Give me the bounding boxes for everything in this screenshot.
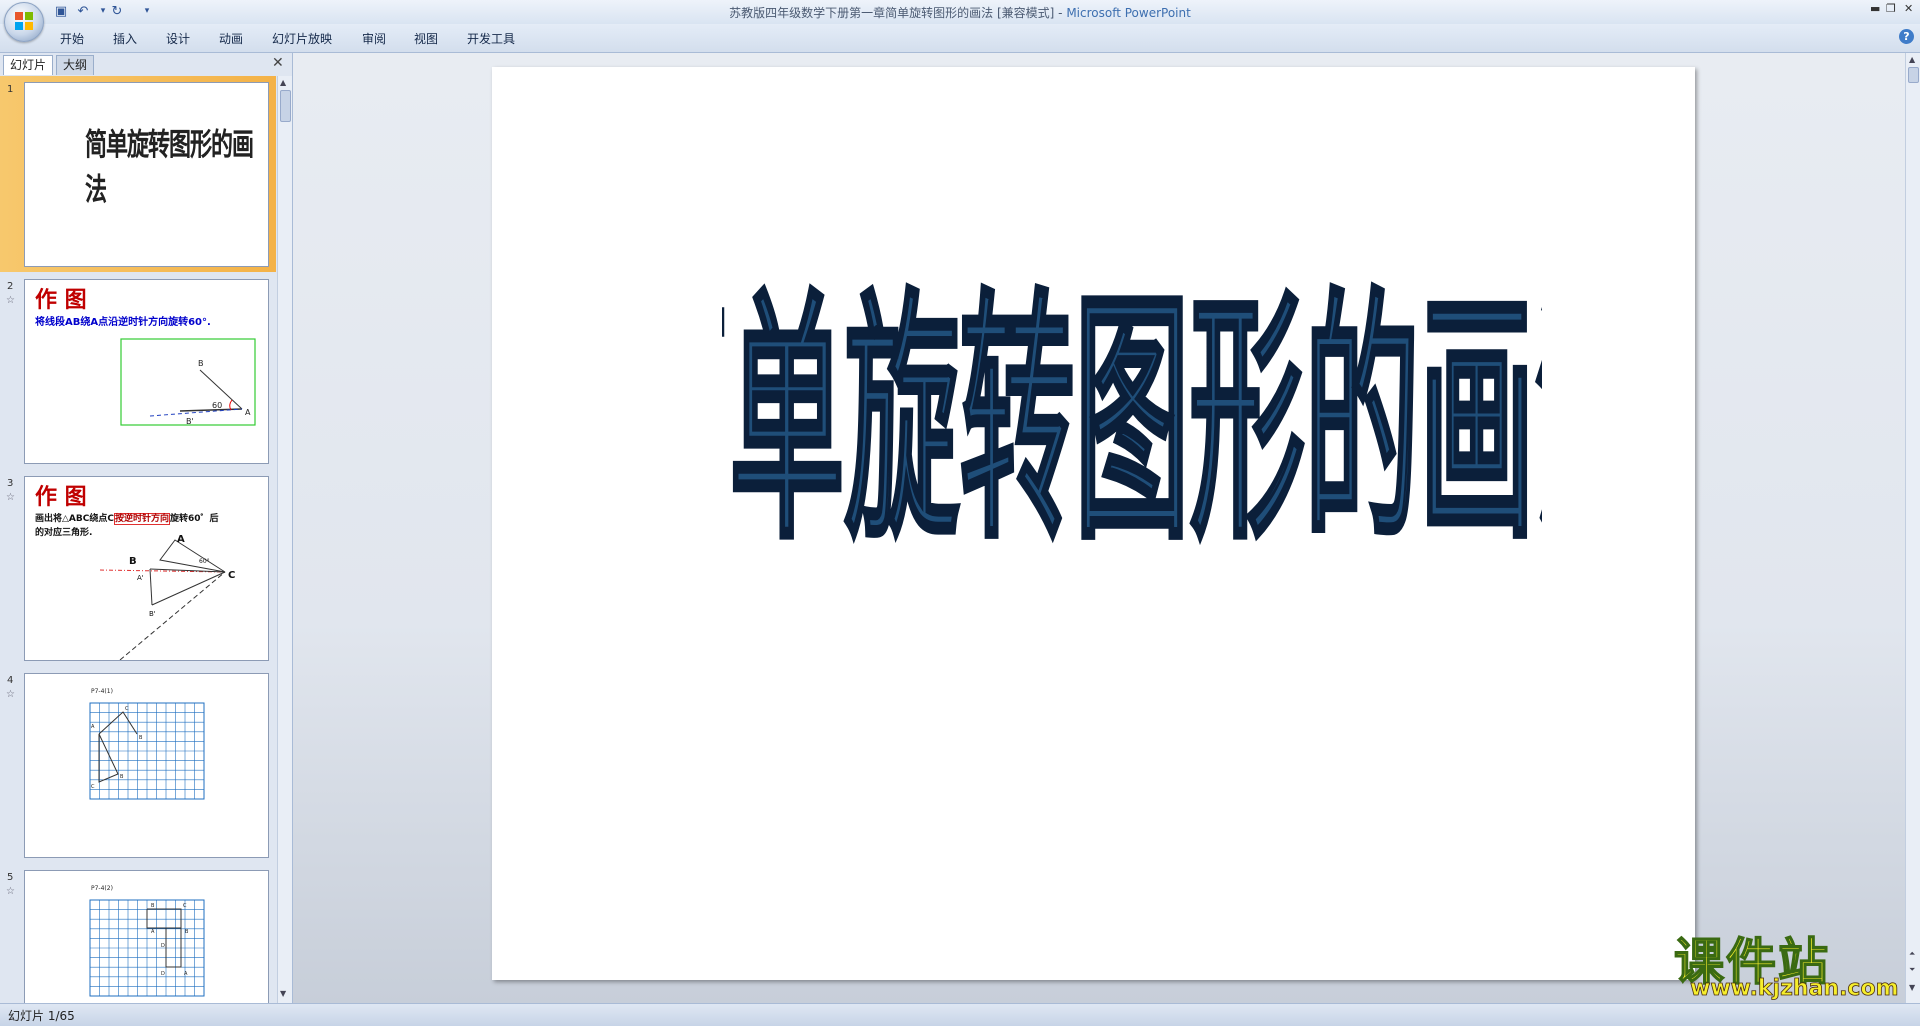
thumbnail-slide-1[interactable]: 简单旋转图形的画法 xyxy=(24,82,269,267)
tab-insert[interactable]: 插入 xyxy=(113,30,137,47)
thumbnail-caption: P7-4(1) xyxy=(91,688,113,695)
tab-slides[interactable]: 幻灯片 xyxy=(3,55,54,75)
app-name: Microsoft PowerPoint xyxy=(1066,6,1191,20)
watermark-logo: 课件站 www.kjzhan.com xyxy=(1668,922,1908,1004)
thumbnail-title: 作 图 xyxy=(35,484,87,510)
scroll-down-icon[interactable]: ▼ xyxy=(1909,983,1915,992)
thumbnail-label: C xyxy=(228,570,235,581)
tab-review[interactable]: 审阅 xyxy=(362,30,386,47)
thumbnail-figure: B 60 A B' xyxy=(120,338,256,426)
thumbnail-slide-5[interactable]: P7-4(2) B C A B D D A xyxy=(24,870,269,1003)
thumbnail-slide-3[interactable]: 作 图 画出将△ABC绕点C按逆时针方向旋转60゜后 的对应三角形. A B C… xyxy=(24,476,269,661)
scrollbar-thumb[interactable] xyxy=(1908,67,1919,83)
animation-star-icon: ☆ xyxy=(6,295,15,306)
thumbnail-label: C xyxy=(91,784,95,790)
thumbnail-label: D xyxy=(161,971,165,977)
thumbnail-label: A' xyxy=(137,574,144,582)
watermark-url: www.kjzhan.com xyxy=(1690,976,1899,1002)
scrollbar-thumb[interactable] xyxy=(280,90,291,122)
thumbnail-text-line-2: 的对应三角形. xyxy=(35,528,93,538)
thumbnail-caption: P7-4(2) xyxy=(91,885,113,892)
tab-slideshow[interactable]: 幻灯片放映 xyxy=(272,30,332,47)
animation-star-icon: ☆ xyxy=(6,689,15,700)
thumbnail-list: 1 简单旋转图形的画法 2 ☆ 作 图 将线段AB绕A点沿逆时针方向旋转60°.… xyxy=(0,76,276,1003)
slide-indicator: 幻灯片 1/65 xyxy=(8,1009,75,1023)
thumbnail-text: 将线段AB绕A点沿逆时针方向旋转60°. xyxy=(35,317,211,328)
restore-icon[interactable]: ❐ xyxy=(1886,2,1896,15)
thumbnail-label: 60 xyxy=(212,401,222,410)
thumbnail-title: 简单旋转图形的画法 xyxy=(85,128,254,209)
thumbnail-scrollbar[interactable]: ▲ ▼ xyxy=(277,76,292,1003)
thumbnail-text: 旋转60゜后 xyxy=(169,514,219,524)
thumbnail-text-line-1: 画出将△ABC绕点C按逆时针方向旋转60゜后 xyxy=(35,511,219,525)
next-slide-icon[interactable]: ⏷ xyxy=(1909,965,1915,975)
thumbnail-number: 4 xyxy=(7,675,14,686)
thumbnail-text-boxed: 按逆时针方向 xyxy=(113,513,170,525)
title-bar: ▣ ↶ ▾ ↻ ▾ 苏教版四年级数学下册第一章简单旋转图形的画法 [兼容模式] … xyxy=(0,0,1920,24)
help-icon[interactable]: ? xyxy=(1899,29,1914,44)
thumbnail-number: 1 xyxy=(7,84,14,95)
thumbnail-number: 5 xyxy=(7,872,14,883)
thumbnail-row-2[interactable]: 2 ☆ 作 图 将线段AB绕A点沿逆时针方向旋转60°. B 60 A B' xyxy=(0,273,276,469)
thumbnail-row-5[interactable]: 5 ☆ P7-4(2) B C A B D D A xyxy=(0,864,276,1003)
tab-home[interactable]: 开始 xyxy=(60,30,84,47)
thumbnail-figure: A B C 60° A' B' xyxy=(99,534,235,660)
thumbnail-title: 作 图 xyxy=(35,287,87,313)
office-logo-icon xyxy=(15,12,33,30)
thumbnail-label: B xyxy=(185,929,189,935)
tab-design[interactable]: 设计 xyxy=(166,30,190,47)
thumbnail-grid-figure: B C A B D D A xyxy=(89,899,205,997)
thumbnail-number: 3 xyxy=(7,478,14,489)
thumbnail-label: B xyxy=(139,735,143,741)
window-title: 苏教版四年级数学下册第一章简单旋转图形的画法 [兼容模式] - Microsof… xyxy=(0,4,1920,21)
thumbnail-label: A xyxy=(184,971,188,977)
slides-pane: 幻灯片 大纲 ✕ 1 简单旋转图形的画法 2 ☆ 作 图 将线段AB绕A点沿逆时… xyxy=(0,53,293,1003)
ribbon: 开始 插入 设计 动画 幻灯片放映 审阅 视图 开发工具 ? xyxy=(0,24,1920,53)
thumbnail-slide-2[interactable]: 作 图 将线段AB绕A点沿逆时针方向旋转60°. B 60 A B' xyxy=(24,279,269,464)
editor-scrollbar[interactable]: ▲ ⏶ ⏷ ▼ xyxy=(1905,53,1920,1003)
title-separator: - xyxy=(1054,6,1067,20)
thumbnail-label: 60° xyxy=(199,558,210,565)
tab-outline[interactable]: 大纲 xyxy=(56,55,95,75)
thumbnail-row-4[interactable]: 4 ☆ P7-4(1) C A B C B xyxy=(0,667,276,863)
thumbnail-label: B xyxy=(120,774,124,780)
thumbnail-label: D xyxy=(161,943,165,949)
scroll-down-icon[interactable]: ▼ xyxy=(280,989,286,998)
thumbnail-number: 2 xyxy=(7,281,14,292)
animation-star-icon: ☆ xyxy=(6,492,15,503)
thumbnail-row-1[interactable]: 1 简单旋转图形的画法 xyxy=(0,76,276,272)
thumbnail-label: A xyxy=(151,929,155,935)
minimize-icon[interactable]: ▬ xyxy=(1870,2,1880,15)
thumbnail-label: B xyxy=(198,359,204,368)
thumbnail-label: B' xyxy=(186,417,194,426)
slide-editor: 简单旋转图形的画法 xyxy=(293,53,1905,1003)
current-slide[interactable]: 简单旋转图形的画法 xyxy=(492,67,1695,980)
thumbnail-label: A xyxy=(245,408,251,417)
thumbnail-label: A xyxy=(177,534,185,545)
previous-slide-icon[interactable]: ⏶ xyxy=(1909,949,1915,959)
thumbnail-label: C xyxy=(183,903,187,909)
tab-animation[interactable]: 动画 xyxy=(219,30,243,47)
tab-developer[interactable]: 开发工具 xyxy=(467,30,515,47)
close-icon[interactable]: ✕ xyxy=(1904,2,1913,15)
pane-close-icon[interactable]: ✕ xyxy=(272,55,284,71)
slide-title-wordart[interactable]: 简单旋转图形的画法 xyxy=(722,257,1542,557)
thumbnail-text: 画出将△ABC绕点C xyxy=(35,514,114,524)
thumbnail-row-3[interactable]: 3 ☆ 作 图 画出将△ABC绕点C按逆时针方向旋转60゜后 的对应三角形. A… xyxy=(0,470,276,666)
thumbnail-slide-4[interactable]: P7-4(1) C A B C B xyxy=(24,673,269,858)
document-title: 苏教版四年级数学下册第一章简单旋转图形的画法 [兼容模式] xyxy=(729,6,1055,20)
animation-star-icon: ☆ xyxy=(6,886,15,897)
thumbnail-label: B xyxy=(129,556,137,567)
thumbnail-grid-figure: C A B C B xyxy=(89,702,205,800)
tab-view[interactable]: 视图 xyxy=(414,30,438,47)
scroll-up-icon[interactable]: ▲ xyxy=(280,78,286,87)
thumbnail-label: B xyxy=(151,903,155,909)
thumbnail-label: C xyxy=(125,706,129,712)
scroll-up-icon[interactable]: ▲ xyxy=(1909,55,1915,64)
thumbnail-label: B' xyxy=(149,610,156,618)
status-bar: 幻灯片 1/65 xyxy=(0,1003,1920,1026)
office-button[interactable] xyxy=(4,2,44,42)
slide-title-text: 简单旋转图形的画法 xyxy=(722,268,1542,557)
thumbnail-label: A xyxy=(91,724,95,730)
